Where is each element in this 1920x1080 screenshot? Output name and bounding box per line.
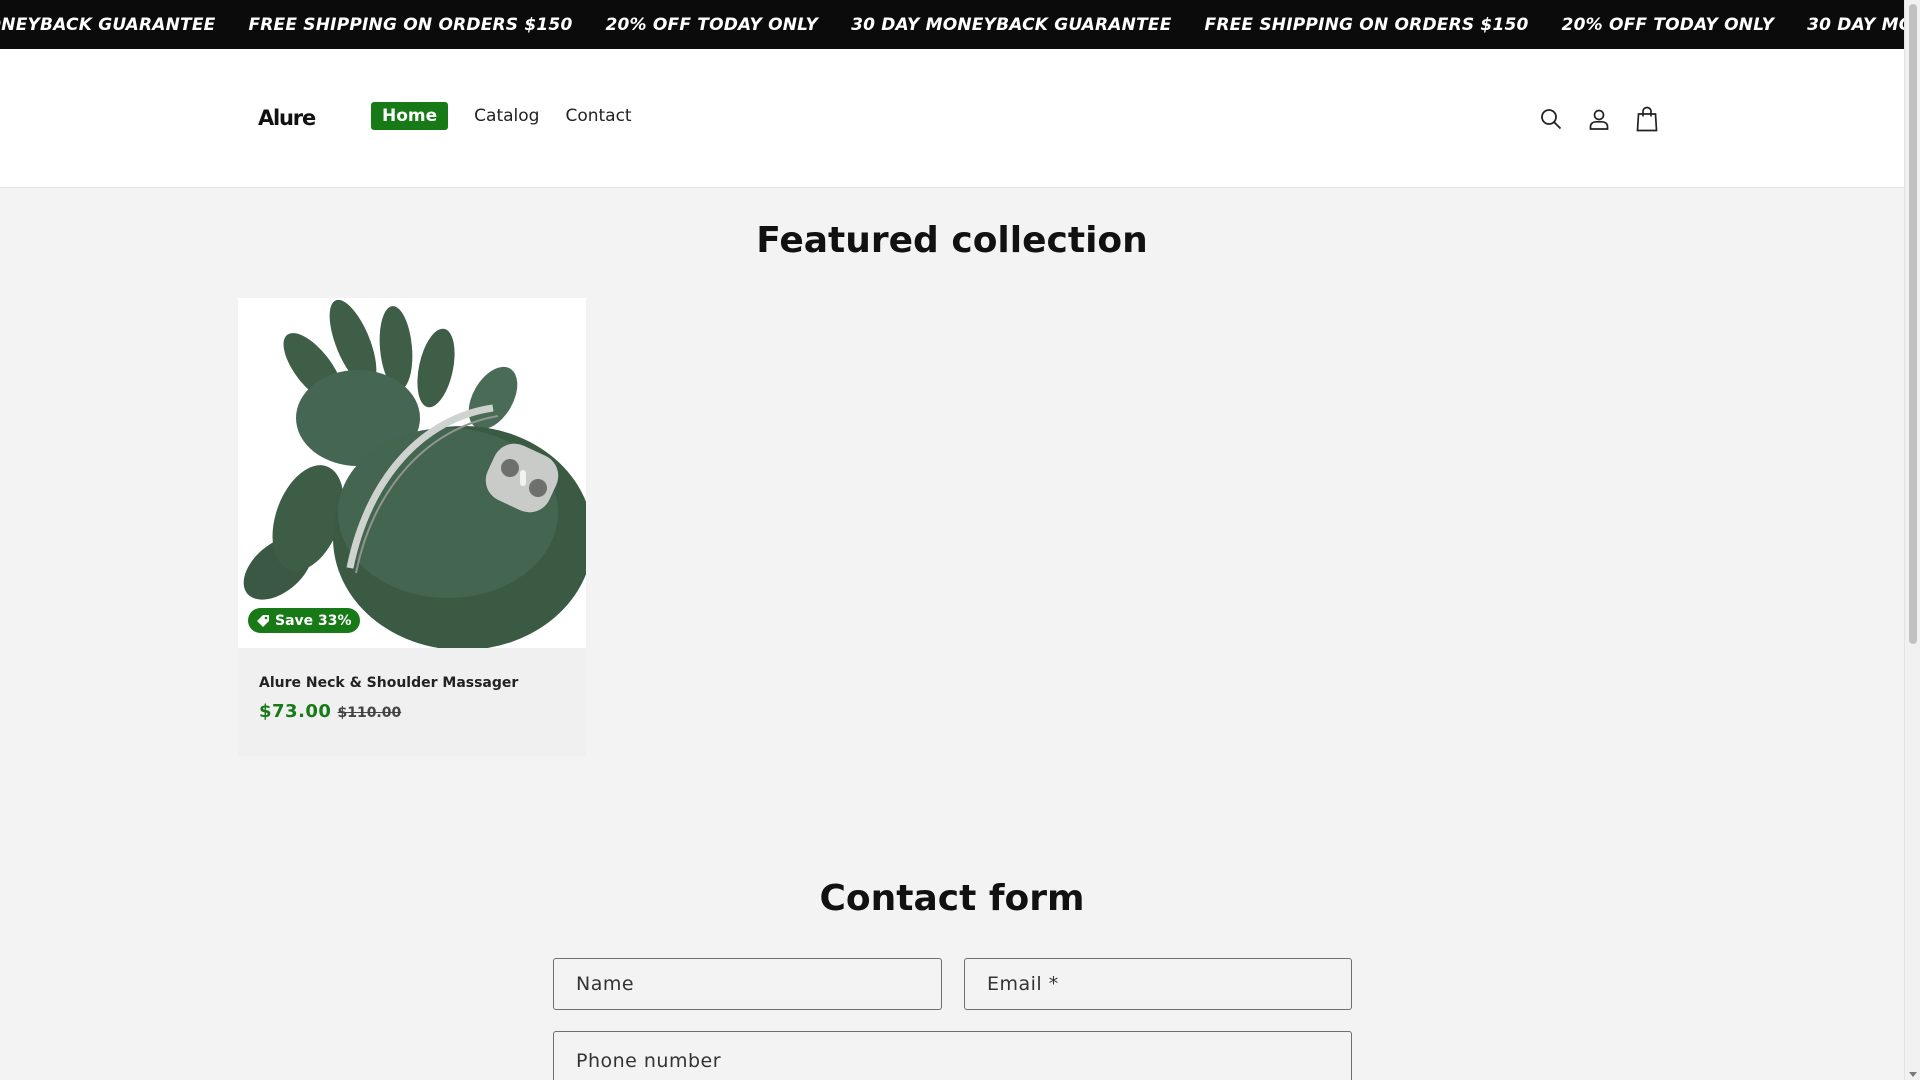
- logo[interactable]: Alure: [258, 106, 316, 130]
- featured-collection-title: Featured collection: [756, 220, 1148, 261]
- scroll-down-arrow-icon[interactable]: [1909, 1072, 1917, 1077]
- contact-form-title: Contact form: [819, 878, 1085, 919]
- email-field[interactable]: Email *: [964, 958, 1352, 1010]
- product-image[interactable]: Save 33%: [238, 298, 586, 648]
- sale-badge-label: Save 33%: [275, 612, 352, 629]
- announcement-track: 30 DAY MONEYBACK GUARANTEE FREE SHIPPING…: [0, 0, 1904, 49]
- header-icons: [1534, 102, 1678, 136]
- announcement-item: 20% OFF TODAY ONLY: [605, 14, 819, 35]
- announcement-item: FREE SHIPPING ON ORDERS $150: [248, 14, 573, 35]
- sale-badge: Save 33%: [248, 608, 360, 633]
- scrollbar-thumb[interactable]: [1909, 4, 1917, 644]
- announcement-item: 30 DAY MONEYBACK GUARANTEE: [851, 14, 1172, 35]
- announcement-item: FREE SHIPPING ON ORDERS $150: [1204, 14, 1529, 35]
- nav-link-home[interactable]: Home: [371, 102, 449, 130]
- compare-price: $110.00: [337, 705, 402, 721]
- announcement-item: 30 DAY MONEYBACK GUARANTEE: [1807, 14, 1904, 35]
- account-icon[interactable]: [1582, 102, 1616, 136]
- phone-field[interactable]: Phone number: [553, 1031, 1352, 1080]
- announcement-item: 20% OFF TODAY ONLY: [1561, 14, 1775, 35]
- nav-link-contact[interactable]: Contact: [565, 102, 631, 130]
- announcement-item: 30 DAY MONEYBACK GUARANTEE: [0, 14, 216, 35]
- search-icon[interactable]: [1534, 102, 1568, 136]
- main-nav: Home Catalog Contact: [371, 102, 658, 130]
- announcement-bar: 30 DAY MONEYBACK GUARANTEE FREE SHIPPING…: [0, 0, 1904, 49]
- price-row: $73.00 $110.00: [259, 701, 401, 722]
- nav-link-catalog[interactable]: Catalog: [474, 102, 539, 130]
- name-field[interactable]: Name: [553, 958, 942, 1010]
- site-header: Alure Home Catalog Contact: [0, 49, 1904, 188]
- page-scrollbar[interactable]: [1904, 0, 1920, 1080]
- cart-icon[interactable]: [1630, 102, 1664, 136]
- sale-price: $73.00: [259, 701, 332, 722]
- product-title[interactable]: Alure Neck & Shoulder Massager: [259, 675, 518, 691]
- product-card[interactable]: Save 33% Alure Neck & Shoulder Massager …: [238, 298, 586, 756]
- tag-icon: [257, 614, 269, 627]
